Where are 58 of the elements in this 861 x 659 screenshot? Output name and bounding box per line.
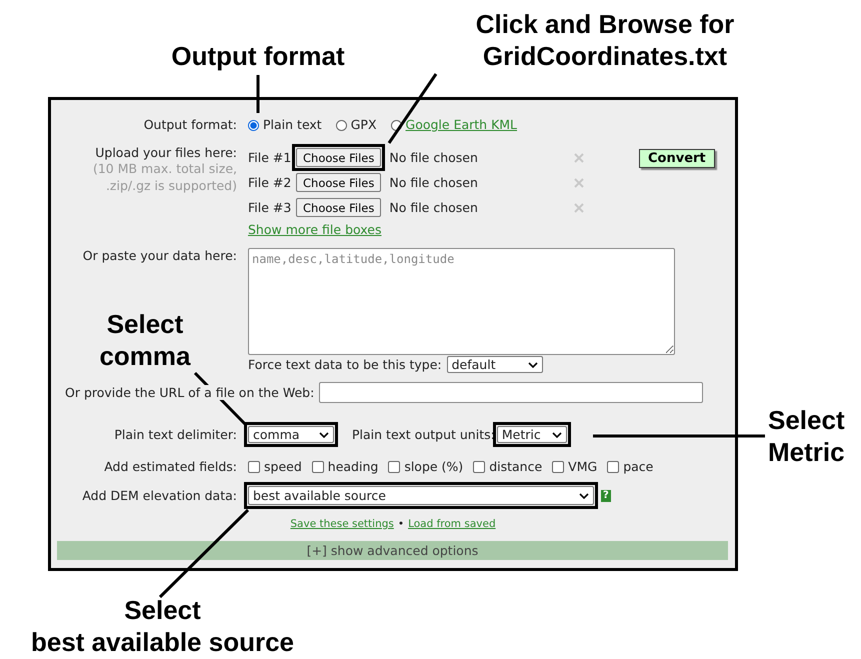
field-label: Upload your files here:	[94, 145, 237, 160]
callout-text: Output format	[170, 40, 346, 72]
field-label: Plain text output units:	[352, 427, 495, 442]
field-label: Add estimated fields:	[103, 459, 237, 474]
choose-files-button[interactable]: Choose Files	[296, 198, 382, 217]
paste-data-field[interactable]: name,desc,latitude,longitude	[248, 248, 675, 355]
field-label: Output format:	[142, 116, 237, 134]
caret-icon	[528, 362, 538, 368]
units-select[interactable]: Metric	[496, 426, 567, 443]
field-label: Or paste your data here:	[82, 248, 237, 263]
url-field[interactable]	[319, 382, 704, 403]
choose-files-button[interactable]: Choose Files	[296, 173, 382, 192]
radio-button[interactable]	[336, 120, 347, 130]
checkbox-label: pace	[623, 459, 654, 474]
file-status: No file chosen	[389, 200, 479, 215]
save-settings-link[interactable]: Save these settings	[290, 518, 394, 530]
file-status: No file chosen	[389, 150, 479, 165]
convert-button[interactable]: Convert	[639, 149, 715, 168]
callout-text: Click and Browse for GridCoordinates.txt	[474, 8, 736, 72]
checkbox-label: speed	[264, 459, 302, 474]
radio-button[interactable]	[248, 120, 259, 130]
checkbox[interactable]	[312, 460, 324, 472]
caret-icon	[579, 492, 589, 498]
field-label: Or provide the URL of a file on the Web:	[65, 385, 314, 400]
field-label: Plain text delimiter:	[113, 427, 237, 442]
checkbox[interactable]	[607, 460, 620, 472]
elevation-select[interactable]: best available source	[248, 486, 594, 505]
option-label: GPX	[350, 116, 377, 134]
type-select[interactable]: default	[446, 356, 543, 373]
option-link[interactable]: Google Earth KML	[406, 116, 518, 134]
choose-files-button[interactable]: Choose Files	[296, 148, 382, 167]
separator: •	[398, 518, 404, 530]
callout-text: Select best available source	[30, 594, 296, 658]
show-more-link[interactable]: Show more file boxes	[248, 222, 590, 237]
load-settings-link[interactable]: Load from saved	[408, 518, 496, 530]
file-label: File #3	[248, 200, 292, 215]
help-button[interactable]: ?	[601, 490, 611, 502]
checkbox-label: slope (%)	[404, 459, 464, 474]
callout-text: Select comma	[98, 308, 192, 372]
file-status: No file chosen	[389, 175, 479, 190]
checkbox-label: VMG	[568, 459, 598, 474]
delimiter-select[interactable]: comma	[248, 426, 334, 443]
checkbox[interactable]	[552, 460, 564, 472]
field-label: Add DEM elevation data:	[81, 488, 237, 503]
field-label: Force text data to be this type:	[248, 357, 442, 372]
caret-icon	[552, 432, 562, 438]
file-label: File #2	[248, 175, 292, 190]
upload-note: (10 MB max. total size, .zip/.gz is supported)	[92, 160, 237, 194]
caret-icon	[319, 432, 329, 438]
checkbox[interactable]	[388, 460, 400, 472]
file-label: File #1	[248, 150, 292, 165]
option-label: Plain text	[263, 116, 322, 134]
checkbox-label: heading	[328, 459, 378, 474]
checkbox-label: distance	[489, 459, 542, 474]
checkbox[interactable]	[248, 460, 260, 472]
advanced-options-toggle[interactable]: [+] show advanced options	[57, 541, 728, 560]
checkbox[interactable]	[473, 460, 486, 472]
callout-text: Select Metric	[768, 404, 846, 468]
